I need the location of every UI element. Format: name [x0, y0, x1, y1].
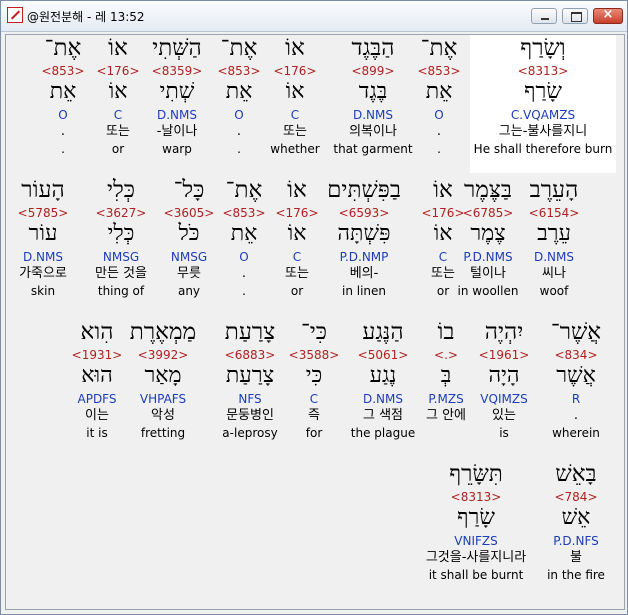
- word-cell[interactable]: הָעוֹר <5785> עוֹר D.NMS 가죽으로 skin: [6, 177, 113, 301]
- lemma-word: הוּא: [81, 363, 113, 388]
- word-analysis-panel: וְשָׂרַף <8313> שָׂרַף C.VQAMZS 그는-불사를지니 He s…: [5, 34, 625, 610]
- title-bar[interactable]: @원전분해 - 레 13:52 ×: [1, 1, 627, 32]
- minimize-icon: [541, 18, 549, 20]
- lemma-word: אֵת: [49, 79, 77, 104]
- word-cell[interactable]: אֶת־ <853> אֵת O..: [6, 35, 133, 159]
- close-icon: ×: [602, 7, 614, 22]
- morphology-code: O: [58, 108, 68, 122]
- hebrew-word: הָעוֹר: [21, 177, 65, 203]
- english-gloss: skin: [30, 284, 56, 298]
- korean-gloss: 그것을-사를지니라: [425, 550, 527, 565]
- app-pen-icon: [7, 7, 23, 23]
- minimize-button[interactable]: [531, 8, 557, 24]
- morphology-code: VNIFZS: [454, 534, 498, 548]
- app-window: @원전분해 - 레 13:52 × וְשָׂרַף <8313> שָׂרַף C.…: [0, 0, 628, 615]
- hebrew-word: הִוא: [80, 319, 114, 345]
- hebrew-word: אֶת־: [44, 35, 82, 61]
- lemma-word: שָׂרַף: [457, 505, 495, 530]
- strong-number[interactable]: <5785>: [6, 207, 113, 223]
- korean-gloss: 가죽으로: [19, 266, 67, 281]
- word-cell[interactable]: תִּשָּׂרֵף <8313> שָׂרַף VNIFZS 그것을-사를지니라 it …: [406, 463, 546, 585]
- lemma-word: עוֹר: [28, 221, 58, 246]
- english-gloss: it is: [86, 426, 108, 440]
- morphology-code: D.NMS: [22, 250, 63, 264]
- morphology-code: APDFS: [77, 392, 117, 406]
- maximize-icon: [571, 12, 582, 22]
- korean-gloss: .: [60, 124, 66, 139]
- english-gloss: .: [61, 142, 65, 156]
- korean-gloss: 이는: [85, 408, 109, 423]
- english-gloss: it shall be burnt: [428, 568, 524, 582]
- hebrew-word: תִּשָּׂרֵף: [449, 461, 503, 487]
- close-button[interactable]: ×: [593, 7, 623, 24]
- maximize-button[interactable]: [562, 8, 588, 24]
- word-cell[interactable]: הִוא <1931> הוּא APDFS 이는 it is: [27, 321, 167, 443]
- window-title: @원전분해 - 레 13:52: [27, 10, 145, 24]
